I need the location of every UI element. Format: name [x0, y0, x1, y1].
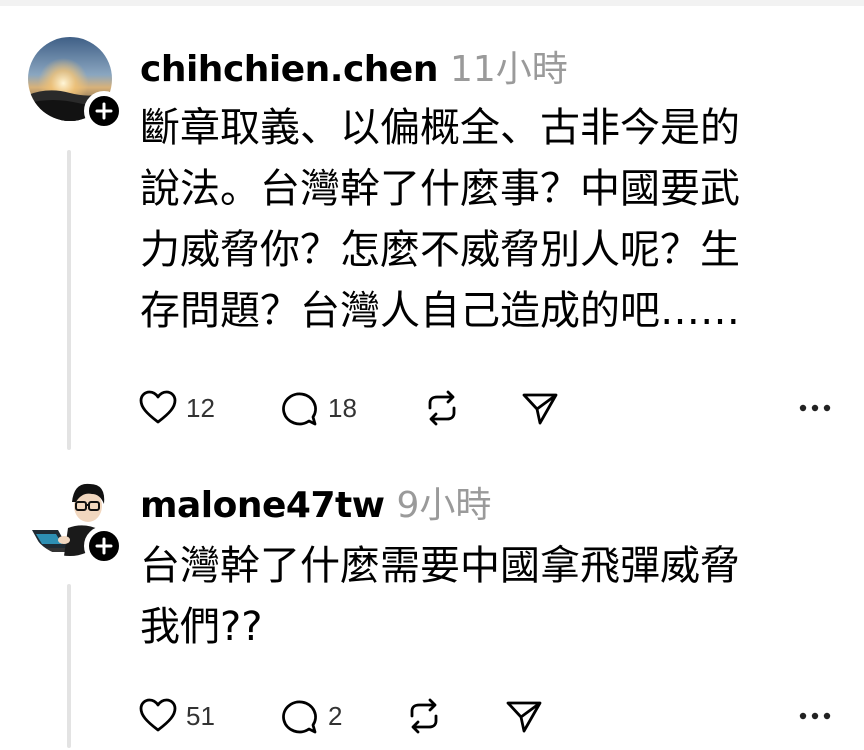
repost-icon [428, 390, 456, 426]
more-button[interactable] [798, 696, 832, 736]
send-icon [522, 393, 558, 425]
post-header: chihchien.chen 11小時 [140, 40, 568, 92]
post: malone47tw 9小時 台灣幹了什麼需要中國拿飛彈威脅 我們?? 51 2 [0, 460, 864, 750]
plus-icon [95, 537, 113, 555]
post-text: 台灣幹了什麼需要中國拿飛彈威脅 我們?? [140, 543, 740, 650]
post: chihchien.chen 11小時 斷章取義、以偏概全、古非今是的 說法。台… [0, 0, 864, 460]
post-header: malone47tw 9小時 [140, 476, 491, 528]
thread-line [67, 584, 71, 748]
comment-count: 18 [328, 392, 357, 423]
heart-icon [139, 390, 177, 424]
send-icon [506, 701, 542, 733]
repost-icon [410, 698, 438, 734]
like-button[interactable]: 12 [138, 388, 215, 428]
like-button[interactable]: 51 [138, 696, 215, 736]
plus-icon [95, 102, 113, 120]
avatar-container[interactable] [28, 472, 124, 566]
action-bar: 51 2 [138, 696, 838, 736]
more-button[interactable] [798, 388, 832, 428]
timestamp: 11小時 [449, 49, 568, 90]
heart-icon [139, 698, 177, 732]
username[interactable]: malone47tw [140, 485, 385, 526]
username[interactable]: chihchien.chen [140, 49, 438, 90]
comment-button[interactable]: 18 [280, 388, 357, 428]
more-dots-icon [799, 712, 831, 720]
thread-line [67, 150, 71, 450]
follow-button[interactable] [84, 91, 124, 131]
follow-button[interactable] [84, 526, 124, 566]
action-bar: 12 18 [138, 388, 838, 428]
like-count: 51 [186, 700, 215, 731]
repost-button[interactable] [422, 388, 462, 428]
share-button[interactable] [520, 388, 560, 428]
comment-bubble-icon [282, 392, 317, 426]
avatar-container[interactable] [28, 37, 124, 131]
comment-count: 2 [328, 700, 343, 731]
like-count: 12 [186, 392, 215, 423]
comment-bubble-icon [282, 700, 317, 734]
more-dots-icon [799, 404, 831, 412]
repost-button[interactable] [404, 696, 444, 736]
comment-button[interactable]: 2 [280, 696, 342, 736]
share-button[interactable] [504, 696, 544, 736]
post-text: 斷章取義、以偏概全、古非今是的 說法。台灣幹了什麼事？中國要武 力威脅你？怎麼不… [140, 105, 740, 334]
timestamp: 9小時 [396, 485, 492, 526]
